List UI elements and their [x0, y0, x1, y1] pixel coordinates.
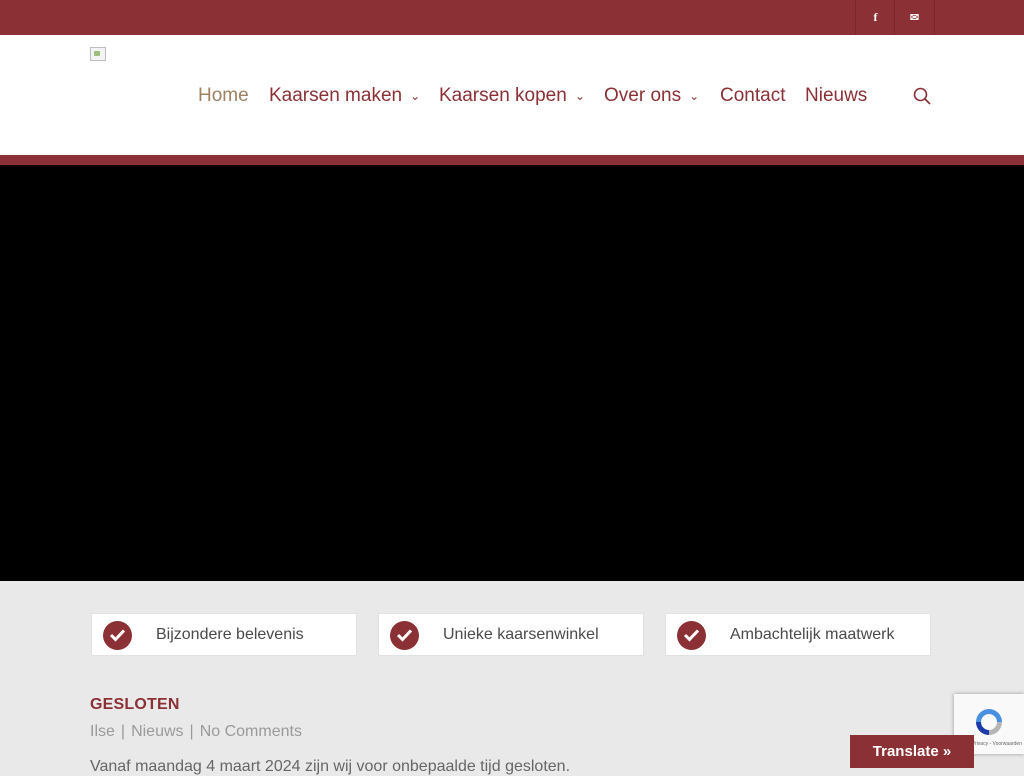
- nav-item-label: Over ons: [604, 85, 682, 106]
- post-comments-link[interactable]: No Comments: [200, 723, 302, 740]
- meta-separator: |: [120, 723, 126, 740]
- post-excerpt: Vanaf maandag 4 maart 2024 zijn wij voor…: [90, 758, 571, 775]
- facebook-icon[interactable]: f: [855, 0, 895, 35]
- chevron-down-icon: ⌄: [574, 89, 585, 103]
- post-author-link[interactable]: Ilse: [90, 723, 115, 740]
- site-header: Home Kaarsen maken ⌄ Kaarsen kopen ⌄ Ove…: [0, 35, 1024, 155]
- recaptcha-icon: [973, 706, 1005, 738]
- nav-item-kaarsen-kopen[interactable]: Kaarsen kopen ⌄: [439, 85, 585, 107]
- chevron-down-icon: ⌄: [410, 89, 421, 103]
- nav-item-label: Kaarsen kopen: [439, 85, 567, 106]
- nav-item-label: Home: [198, 85, 249, 106]
- checkmark-icon: [677, 621, 706, 650]
- email-icon[interactable]: ✉: [894, 0, 935, 35]
- feature-label: Bijzondere belevenis: [156, 626, 304, 643]
- checkmark-icon: [103, 621, 132, 650]
- feature-box: Ambachtelijk maatwerk: [665, 613, 931, 656]
- nav-item-label: Kaarsen maken: [269, 85, 403, 106]
- search-icon[interactable]: [913, 87, 931, 105]
- meta-separator: |: [189, 723, 194, 740]
- header-divider: [0, 155, 1024, 165]
- nav-item-contact[interactable]: Contact: [720, 85, 785, 107]
- feature-label: Ambachtelijk maatwerk: [730, 626, 895, 643]
- feature-label: Unieke kaarsenwinkel: [443, 626, 599, 643]
- hero-video[interactable]: [0, 165, 1024, 581]
- chevron-down-icon: ⌄: [689, 89, 700, 103]
- feature-box: Bijzondere belevenis: [91, 613, 357, 656]
- nav-item-home[interactable]: Home: [198, 85, 249, 107]
- site-logo[interactable]: [90, 47, 106, 61]
- translate-button[interactable]: Translate »: [850, 735, 974, 768]
- post-meta: Ilse | Nieuws | No Comments: [90, 723, 302, 741]
- nav-item-over-ons[interactable]: Over ons ⌄: [604, 85, 699, 107]
- post-category-link[interactable]: Nieuws: [131, 723, 183, 740]
- checkmark-icon: [390, 621, 419, 650]
- nav-item-label: Nieuws: [805, 85, 868, 106]
- nav-item-label: Contact: [720, 85, 786, 106]
- nav-item-nieuws[interactable]: Nieuws: [805, 85, 867, 107]
- nav-item-kaarsen-maken[interactable]: Kaarsen maken ⌄: [269, 85, 420, 107]
- feature-box: Unieke kaarsenwinkel: [378, 613, 644, 656]
- post-title[interactable]: GESLOTEN: [90, 696, 180, 714]
- top-bar: f ✉: [0, 0, 1024, 35]
